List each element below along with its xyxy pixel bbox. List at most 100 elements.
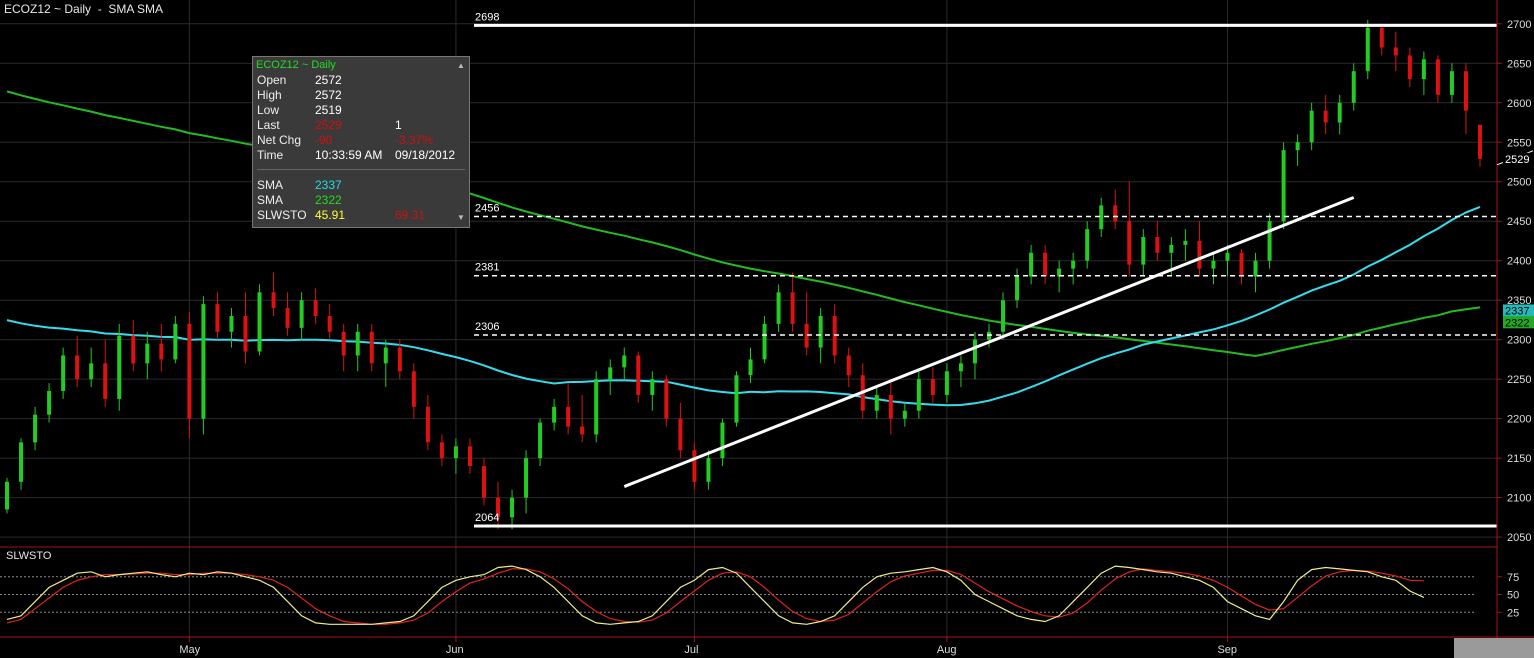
candle-body [622,355,627,368]
candle [944,363,949,403]
candle [313,288,318,324]
candle [1449,63,1454,103]
candle-body [1239,252,1244,277]
candle-body [327,315,332,332]
candle [608,359,613,395]
sto-tick-label: 50 [1507,590,1519,602]
info-label: Net Chg [257,133,302,147]
candle [131,319,136,372]
candle-body [215,304,220,332]
candle-body [566,406,571,427]
candle-body [552,406,557,423]
candle [1253,252,1258,293]
candle [1463,63,1468,135]
candle [776,284,781,332]
info-value: 45.91 [315,208,346,222]
candle [187,312,192,439]
candle-body [145,343,150,364]
candle [832,304,837,364]
time-tick-label: Jun [446,644,464,656]
price-tick-label: 2450 [1507,216,1531,228]
candle [1407,47,1412,87]
candle-body [425,406,430,443]
level-label: 2306 [475,321,499,333]
candle [874,387,879,419]
candle [1127,181,1132,277]
candle [5,477,10,514]
sma-slow-tag: 2322 [1505,317,1529,329]
candle [19,438,24,490]
candle-body [1435,59,1440,95]
candle-body [902,410,907,419]
candle-body [1309,110,1314,143]
candle [229,308,234,348]
candle-body [1365,27,1370,72]
candle-body [538,422,543,459]
candle [1421,51,1426,95]
info-value-2: 09/18/2012 [395,148,456,162]
candle [706,450,711,490]
candle-body [804,323,809,348]
info-row: Open 2572 [257,73,465,88]
candle-body [734,375,739,423]
info-row: SMA 2322 [257,193,465,208]
candle-body [173,323,178,360]
scrollbar-thumb[interactable] [1454,638,1534,658]
info-panel[interactable]: ECOZ12 ~ Daily ▲ ▼ Open 2572 High 2572 Low 25… [252,56,470,228]
candle [1029,244,1034,285]
candle-body [1267,221,1272,261]
price-tick-label: 2400 [1507,256,1531,268]
info-label: SMA [257,193,284,207]
candle [888,379,893,435]
candle [972,331,977,380]
info-value: 2322 [315,193,342,207]
candle [243,292,248,364]
info-row: SLWSTO 45.91 69.31 [257,208,465,223]
candle-body [1253,260,1258,277]
candle-body [411,371,416,407]
candle [257,284,262,356]
candle-body [986,331,991,340]
candle [902,402,907,427]
candle [1267,213,1272,269]
candle-body [1127,221,1132,265]
indicator-title: SLWSTO [6,550,52,562]
candle-body [89,363,94,380]
candle-body [972,339,977,364]
info-row: Low 2519 [257,103,465,118]
candle-body [706,458,711,482]
candle [453,438,458,474]
time-tick-label: Jul [684,644,698,656]
candle-body [1295,142,1300,151]
candle [818,308,823,364]
candle [1141,229,1146,277]
candle-body [1043,252,1048,277]
candle-body [636,355,641,395]
trendline [623,196,1355,488]
candle-body [1071,260,1076,269]
collapse-up-icon[interactable]: ▲ [457,61,465,70]
stochastic-panel: 25 50 75 [0,546,1534,638]
candle-body [650,379,655,395]
trend-line [623,196,1355,488]
sma-lines [6,90,1481,407]
candle-body [580,426,585,435]
candle-body [1183,240,1188,245]
price-tick-label: 2050 [1507,532,1531,544]
grid [0,0,1497,638]
candle [748,347,753,384]
info-label: Time [257,148,284,162]
candle [1085,221,1090,269]
sma-slow-line [6,90,1481,358]
candle-body [748,359,753,376]
candle [411,363,416,419]
candle [1295,134,1300,166]
candle-body [762,323,767,360]
candle [425,394,430,451]
candle [285,292,290,336]
candle-body [1225,252,1230,261]
sto-tick-label: 25 [1507,607,1519,619]
candle [1071,252,1076,285]
candle [1435,55,1440,103]
candle-body [608,367,613,380]
